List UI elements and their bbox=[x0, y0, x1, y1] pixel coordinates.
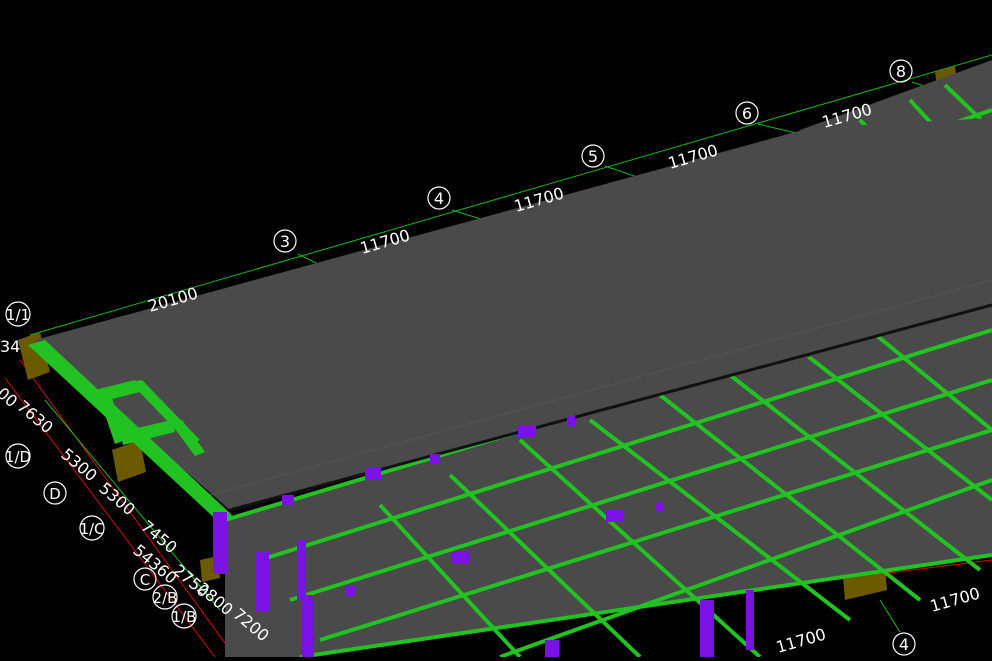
svg-text:1/C: 1/C bbox=[79, 520, 104, 538]
svg-text:D: D bbox=[49, 485, 61, 503]
dim-label: 34 bbox=[0, 337, 20, 356]
column bbox=[302, 595, 314, 657]
axis-bubble-2-b[interactable]: 2/B bbox=[152, 584, 178, 610]
column bbox=[297, 540, 306, 600]
axis-bubble-6[interactable]: 6 bbox=[735, 101, 759, 125]
3d-model-viewport[interactable]: 3 4 5 6 8 20100 11700 11700 11700 11700 … bbox=[0, 0, 992, 659]
column-cap bbox=[430, 454, 440, 464]
axis-bubble-1-c[interactable]: 1/C bbox=[79, 515, 105, 541]
column-cap bbox=[567, 416, 575, 426]
column-cap bbox=[452, 551, 470, 564]
svg-text:1/D: 1/D bbox=[5, 448, 31, 466]
column-cap bbox=[346, 586, 356, 596]
svg-text:2/B: 2/B bbox=[153, 589, 178, 607]
dim-label: 11700 bbox=[774, 625, 828, 657]
dim-label: 11700 bbox=[928, 584, 982, 616]
column-cap bbox=[282, 495, 294, 505]
column bbox=[545, 640, 559, 657]
column bbox=[746, 590, 754, 650]
axis-bubble-bottom-4[interactable]: 4 bbox=[892, 632, 916, 656]
svg-text:1/B: 1/B bbox=[172, 608, 197, 626]
column bbox=[213, 512, 227, 574]
svg-text:4: 4 bbox=[434, 189, 444, 208]
axis-bubble-d[interactable]: D bbox=[43, 481, 67, 505]
axis-bubble-1-d[interactable]: 1/D bbox=[5, 443, 31, 469]
axis-bubble-4[interactable]: 4 bbox=[427, 186, 451, 210]
dim-label: 5300 bbox=[95, 479, 138, 520]
svg-text:8: 8 bbox=[896, 62, 906, 81]
svg-text:6: 6 bbox=[742, 104, 752, 123]
axis-bubble-5[interactable]: 5 bbox=[581, 144, 605, 168]
column-cap bbox=[518, 425, 536, 437]
axis-bubble-1-1[interactable]: 1/1 bbox=[5, 301, 31, 327]
svg-text:4: 4 bbox=[899, 635, 909, 654]
column bbox=[255, 552, 269, 612]
column-cap bbox=[655, 502, 664, 511]
svg-text:C: C bbox=[140, 571, 150, 589]
svg-text:1/1: 1/1 bbox=[6, 306, 30, 324]
column-cap bbox=[606, 510, 624, 522]
column-cap bbox=[365, 468, 381, 480]
axis-bubble-1-b[interactable]: 1/B bbox=[171, 603, 197, 629]
bottom-axis: 4 11700 11700 bbox=[774, 584, 982, 657]
column bbox=[700, 600, 714, 657]
svg-text:3: 3 bbox=[280, 232, 290, 251]
svg-text:5: 5 bbox=[588, 147, 598, 166]
axis-bubble-3[interactable]: 3 bbox=[273, 229, 297, 253]
structure-3d-view[interactable]: 3 4 5 6 8 20100 11700 11700 11700 11700 … bbox=[0, 0, 992, 659]
dim-label: 5300 bbox=[57, 445, 100, 486]
axis-bubble-8[interactable]: 8 bbox=[889, 59, 913, 83]
